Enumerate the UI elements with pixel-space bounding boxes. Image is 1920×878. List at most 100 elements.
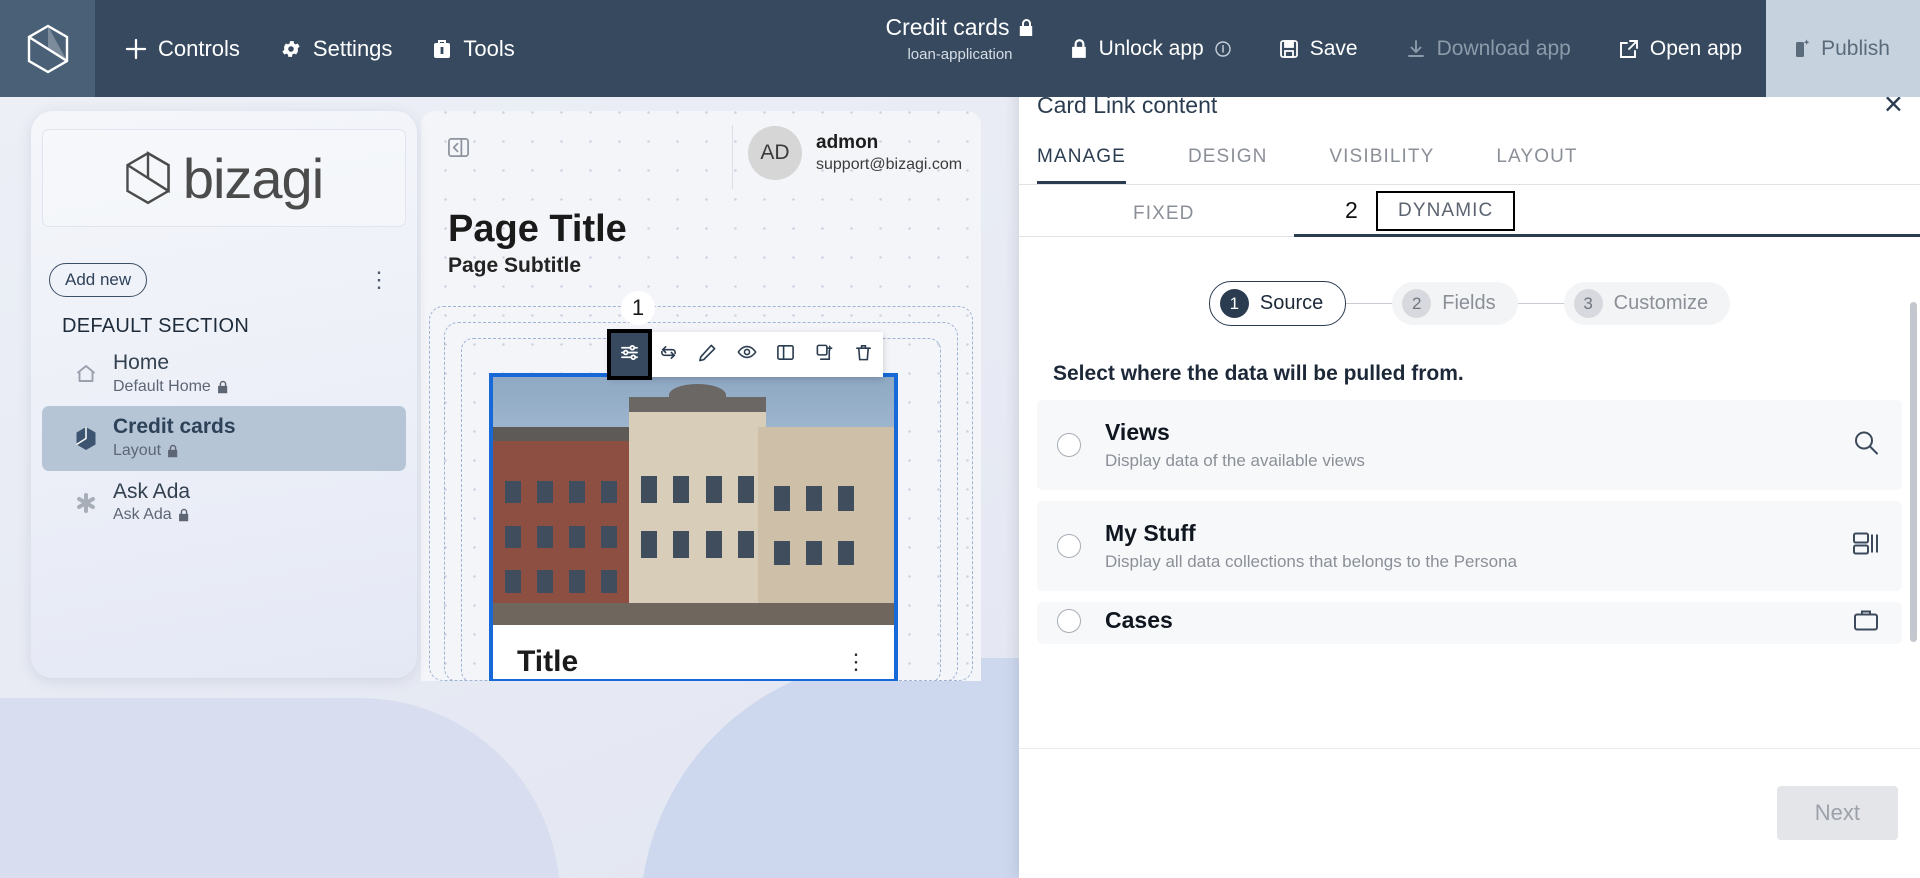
stacked-cards-icon — [1852, 531, 1880, 562]
radio-cases[interactable] — [1057, 608, 1081, 633]
subtab-active-underline — [1294, 234, 1920, 237]
page-title: Page Title — [448, 208, 627, 250]
avatar: AD — [748, 126, 802, 180]
radio-views[interactable] — [1057, 433, 1081, 457]
nav-settings[interactable]: Settings — [280, 35, 393, 62]
canvas-user-block: AD admon support@bizagi.com — [748, 126, 962, 180]
user-email: support@bizagi.com — [816, 156, 963, 173]
sidebar-more-options-icon[interactable]: ⋮ — [360, 267, 399, 293]
panel-footer: Next — [1019, 748, 1920, 878]
sidebar-item-ask-ada-label: Ask Ada — [113, 479, 191, 503]
pages-sidebar: bizagi Add new ⋮ DEFAULT SECTION Home De… — [31, 111, 417, 678]
widget-replace-button[interactable] — [649, 332, 688, 377]
sidebar-item-credit-cards[interactable]: Credit cards Layout — [42, 406, 406, 471]
widget-settings-button[interactable] — [607, 329, 652, 380]
panel-scrollbar[interactable] — [1910, 302, 1917, 642]
sidebar-item-ask-ada[interactable]: Ask Ada Ask Ada — [42, 471, 406, 535]
page-subtitle: Page Subtitle — [448, 254, 582, 277]
option-views-desc: Display data of the available views — [1105, 451, 1365, 470]
widget-duplicate-button[interactable] — [805, 332, 844, 377]
bizagi-hex-icon — [126, 151, 170, 205]
app-logo[interactable] — [0, 0, 95, 97]
search-icon — [1852, 429, 1880, 462]
bizagi-hex-icon — [27, 24, 68, 73]
unlock-app-button[interactable]: Unlock app — [1047, 37, 1255, 61]
step-customize-number: 3 — [1573, 289, 1603, 318]
tab-visibility[interactable]: VISIBILITY — [1329, 138, 1434, 184]
publish-button[interactable]: Publish — [1766, 0, 1920, 97]
subtab-dynamic[interactable]: DYNAMIC — [1376, 191, 1516, 231]
asterisk-icon — [73, 491, 99, 515]
sidebar-actions: Add new ⋮ — [49, 263, 399, 297]
nav-controls[interactable]: Controls — [125, 36, 240, 62]
card-link-content-panel: Card Link content × MANAGE DESIGN VISIBI… — [1019, 80, 1920, 878]
tab-layout[interactable]: LAYOUT — [1496, 138, 1577, 184]
option-views[interactable]: Views Display data of the available view… — [1037, 400, 1902, 490]
lock-icon — [217, 380, 229, 394]
nav-settings-label: Settings — [312, 35, 393, 61]
pencil-edit-icon — [698, 343, 717, 367]
lock-icon — [1071, 38, 1088, 59]
tab-design[interactable]: DESIGN — [1188, 138, 1267, 184]
widget-edit-button[interactable] — [688, 332, 727, 377]
user-name: admon — [816, 132, 879, 153]
download-app-button[interactable]: Download app — [1382, 37, 1595, 61]
option-views-label: Views — [1105, 419, 1170, 445]
panel-subtabs: FIXED 2 DYNAMIC — [1019, 185, 1920, 237]
trash-delete-icon — [854, 343, 873, 367]
duplicate-icon — [815, 343, 834, 367]
widget-preview-button[interactable] — [727, 332, 766, 377]
card-title: Title — [517, 645, 579, 678]
panel-tabs: MANAGE DESIGN VISIBILITY LAYOUT — [1019, 138, 1920, 185]
annotation-badge-2: 2 — [1345, 197, 1358, 223]
option-my-stuff-label: My Stuff — [1105, 520, 1196, 546]
info-icon[interactable] — [1215, 40, 1231, 57]
wizard-stepper: 1 Source 2 Fields 3 Customize — [1019, 281, 1920, 326]
sidebar-item-credit-cards-sub: Layout — [113, 442, 162, 460]
save-button[interactable]: Save — [1255, 37, 1382, 61]
nav-tools[interactable]: Tools — [432, 36, 515, 62]
widget-toolbar — [607, 329, 883, 380]
publish-icon — [1792, 38, 1810, 60]
sidebar-item-home-label: Home — [113, 351, 170, 374]
widget-layout-button[interactable] — [766, 332, 805, 377]
canvas-divider — [732, 125, 733, 189]
card-widget-selected[interactable]: Title ⋮ — [489, 373, 898, 681]
step-source[interactable]: 1 Source — [1208, 281, 1347, 326]
option-cases[interactable]: Cases — [1037, 602, 1902, 644]
card-more-options-icon[interactable]: ⋮ — [845, 649, 868, 675]
subtab-fixed[interactable]: FIXED — [1133, 197, 1194, 231]
briefcase-icon — [1852, 608, 1880, 639]
sidebar-item-home[interactable]: Home Default Home — [42, 342, 406, 406]
top-toolbar: Controls Settings Tools Credit cards loa… — [0, 0, 1920, 97]
save-label: Save — [1309, 36, 1358, 60]
download-app-label: Download app — [1436, 36, 1571, 60]
step-fields-number: 2 — [1402, 289, 1432, 318]
source-prompt: Select where the data will be pulled fro… — [1053, 362, 1464, 385]
layout-columns-icon — [776, 343, 795, 367]
step-source-number: 1 — [1219, 289, 1249, 318]
lock-icon — [167, 444, 179, 458]
sidebar-logo-text: bizagi — [182, 146, 324, 210]
open-app-button[interactable]: Open app — [1595, 37, 1766, 61]
next-button[interactable]: Next — [1776, 786, 1898, 840]
bizagi-hex-icon — [73, 426, 99, 451]
settings-sliders-icon — [620, 343, 639, 367]
publish-label: Publish — [1821, 36, 1890, 60]
widget-delete-button[interactable] — [844, 332, 883, 377]
option-my-stuff[interactable]: My Stuff Display all data collections th… — [1037, 501, 1902, 591]
page-canvas: AD admon support@bizagi.com Page Title P… — [421, 111, 981, 681]
nav-controls-label: Controls — [158, 35, 240, 61]
annotation-badge-1: 1 — [621, 291, 655, 325]
step-connector-2 — [1517, 303, 1564, 304]
option-my-stuff-desc: Display all data collections that belong… — [1105, 552, 1518, 571]
download-icon — [1406, 39, 1426, 59]
collapse-panel-icon[interactable] — [447, 136, 470, 164]
eye-preview-icon — [736, 342, 757, 367]
radio-my-stuff[interactable] — [1057, 534, 1081, 558]
lock-icon — [178, 508, 190, 522]
tab-manage[interactable]: MANAGE — [1037, 138, 1126, 184]
step-fields[interactable]: 2 Fields — [1392, 282, 1518, 325]
add-new-button[interactable]: Add new — [49, 263, 148, 297]
step-customize[interactable]: 3 Customize — [1563, 282, 1731, 325]
